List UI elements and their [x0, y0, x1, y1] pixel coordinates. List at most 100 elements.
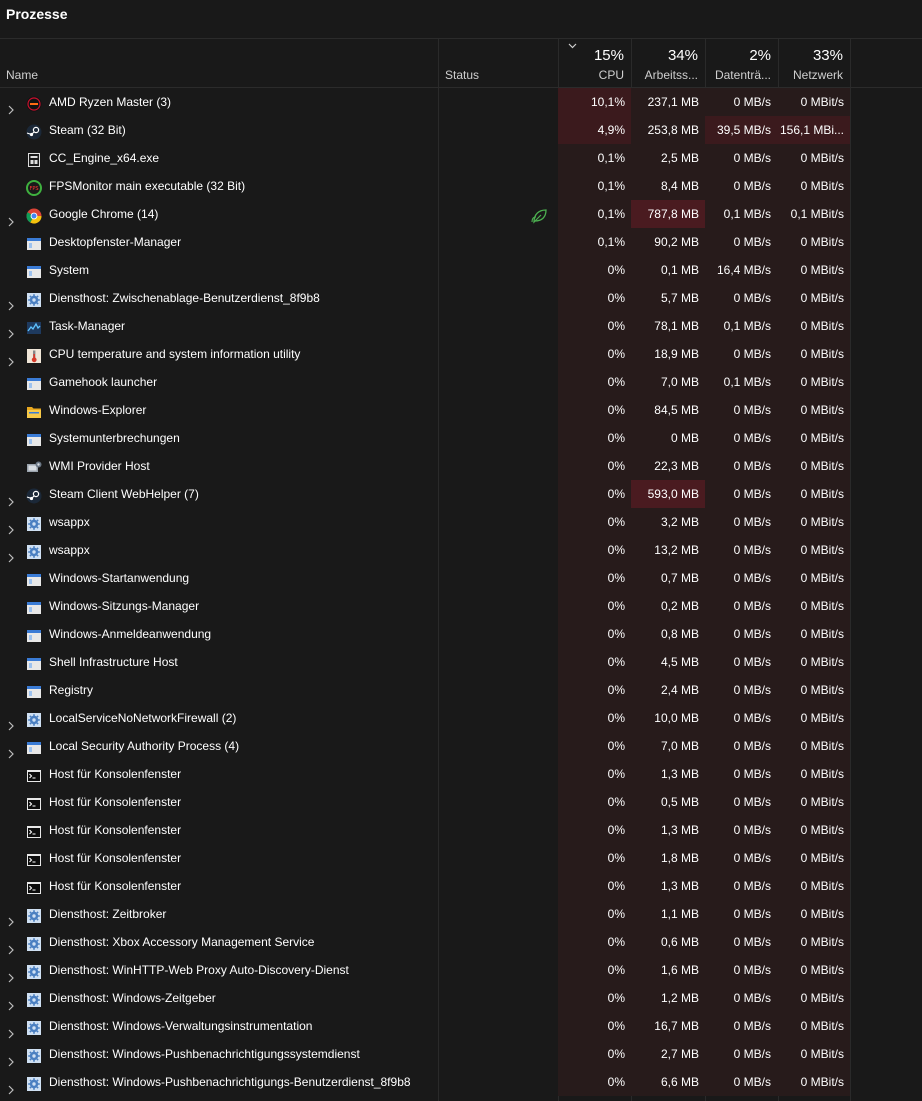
chevron-right-icon[interactable] [8, 713, 14, 731]
name-cell: Diensthost: Windows-Pushbenachrichtigung… [0, 1068, 438, 1096]
chevron-right-icon[interactable] [8, 1077, 14, 1095]
process-row[interactable]: Google Chrome (14) 0,1% 787,8 MB 0,1 MB/s 0,… [0, 200, 922, 228]
process-row[interactable]: wsappx 0% 3,2 MB 0 MB/s 0 MBit/s [0, 508, 922, 536]
memory-cell: 10,0 MB [631, 704, 705, 732]
process-row[interactable]: Windows-Anmeldeanwendung 0% 0,8 MB 0 MB/s 0 … [0, 620, 922, 648]
process-name: Desktopfenster-Manager [49, 235, 182, 249]
process-row[interactable]: Task-Manager 0% 78,1 MB 0,1 MB/s 0 MBit/s [0, 312, 922, 340]
column-header-disk[interactable]: 2% Datenträ... [705, 39, 778, 87]
name-cell: Google Chrome (14) [0, 200, 438, 228]
network-cell: 0 MBit/s [778, 564, 850, 592]
process-row[interactable]: Diensthost: Windows-Pushbenachrichtigung… [0, 1040, 922, 1068]
chevron-right-icon[interactable] [8, 489, 14, 507]
column-header-name[interactable]: Name [0, 39, 438, 87]
cpu-cell: 0% [558, 900, 631, 928]
memory-cell: 84,5 MB [631, 396, 705, 424]
process-row[interactable]: Windows-Sitzungs-Manager 0% 0,2 MB 0 MB/s 0 … [0, 592, 922, 620]
process-row[interactable]: WMI Provider Host 0% 22,3 MB 0 MB/s 0 MBit/s [0, 452, 922, 480]
process-row[interactable]: Host für Konsolenfenster 0% 1,3 MB 0 MB/s 0 … [0, 760, 922, 788]
column-header-memory[interactable]: 34% Arbeitss... [631, 39, 705, 87]
cpu-cell: 0% [558, 760, 631, 788]
network-cell: 0 MBit/s [778, 928, 850, 956]
cpu-cell: 0% [558, 536, 631, 564]
name-cell: CC_Engine_x64.exe [0, 144, 438, 172]
process-row[interactable]: Windows-Explorer 0% 84,5 MB 0 MB/s 0 MBit/s [0, 396, 922, 424]
cpu-cell: 0% [558, 620, 631, 648]
process-row[interactable]: Diensthost: Windows-Zeitgeber 0% 1,2 MB 0 M… [0, 984, 922, 1012]
chevron-right-icon[interactable] [8, 517, 14, 535]
chevron-right-icon[interactable] [8, 1021, 14, 1039]
status-cell [438, 144, 558, 172]
column-header-cpu-total: 15% [593, 47, 624, 64]
disk-cell: 0 MB/s [705, 648, 778, 676]
process-row[interactable]: System 0% 0,1 MB 16,4 MB/s 0 MBit/s [0, 256, 922, 284]
chevron-right-icon[interactable] [8, 209, 14, 227]
process-name: Diensthost: Windows-Pushbenachrichtigung… [49, 1047, 360, 1061]
chevron-right-icon[interactable] [8, 965, 14, 983]
cpu-cell: 0% [558, 368, 631, 396]
disk-cell: 0 MB/s [705, 1068, 778, 1096]
chevron-right-icon[interactable] [8, 545, 14, 563]
console-icon [26, 766, 42, 782]
process-row[interactable]: Host für Konsolenfenster 0% 1,3 MB 0 MB/s 0 … [0, 872, 922, 900]
process-row[interactable]: Diensthost: Xbox Accessory Management Se… [0, 928, 922, 956]
process-row[interactable]: Diensthost: Zeitbroker 0% 1,1 MB 0 MB/s 0 MB… [0, 900, 922, 928]
process-row[interactable]: Windows-Startanwendung 0% 0,7 MB 0 MB/s 0 MB… [0, 564, 922, 592]
process-row[interactable]: Registry 0% 2,4 MB 0 MB/s 0 MBit/s [0, 676, 922, 704]
process-row[interactable]: Systemunterbrechungen 0% 0 MB 0 MB/s 0 MBit/… [0, 424, 922, 452]
process-row[interactable]: Gamehook launcher 0% 7,0 MB 0,1 MB/s 0 MBit/… [0, 368, 922, 396]
memory-cell: 7,0 MB [631, 732, 705, 760]
cpu-cell: 0% [558, 928, 631, 956]
process-row[interactable]: AMD Ryzen Master (3) 10,1% 237,1 MB 0 MB/s 0… [0, 88, 922, 116]
process-row[interactable]: Host für Konsolenfenster 0% 1,3 MB 0 MB/s 0 … [0, 816, 922, 844]
console-icon [26, 794, 42, 810]
process-row[interactable]: Diensthost: WinHTTP-Web Proxy Auto-Disco… [0, 956, 922, 984]
chevron-right-icon[interactable] [8, 1049, 14, 1067]
process-row[interactable]: Diensthost: Windows-Verwaltungsinstrumen… [0, 1012, 922, 1040]
cpu-cell: 0% [558, 508, 631, 536]
process-name: Host für Konsolenfenster [49, 851, 182, 865]
disk-cell: 0 MB/s [705, 620, 778, 648]
process-name: Host für Konsolenfenster [49, 767, 182, 781]
chevron-right-icon[interactable] [8, 293, 14, 311]
process-row[interactable]: Shell Infrastructure Host 0% 4,5 MB 0 MB/s 0… [0, 648, 922, 676]
process-row[interactable]: Host für Konsolenfenster 0% 0,5 MB 0 MB/s 0 … [0, 788, 922, 816]
status-cell [438, 984, 558, 1012]
status-cell [438, 704, 558, 732]
chevron-right-icon[interactable] [8, 97, 14, 115]
process-row[interactable]: Diensthost: Zwischenablage-Benutzerdiens… [0, 284, 922, 312]
chevron-right-icon[interactable] [8, 349, 14, 367]
column-header-network[interactable]: 33% Netzwerk [778, 39, 850, 87]
chevron-right-icon[interactable] [8, 741, 14, 759]
eco-mode-leaf-icon [531, 206, 548, 224]
cpu-cell: 0% [558, 1068, 631, 1096]
network-cell: 0,1 MBit/s [778, 200, 850, 228]
process-row[interactable]: Steam Client WebHelper (7) 0% 593,0 MB 0 MB… [0, 480, 922, 508]
process-row[interactable]: CC_Engine_x64.exe 0,1% 2,5 MB 0 MB/s 0 MBit/… [0, 144, 922, 172]
name-cell: CPU temperature and system information u… [0, 340, 438, 368]
gear-icon [26, 962, 42, 979]
process-row[interactable]: LocalServiceNoNetworkFirewall (2) 0% 10,0 … [0, 704, 922, 732]
column-header-cpu[interactable]: 15% CPU [558, 39, 631, 87]
column-header-disk-total: 2% [749, 47, 771, 64]
disk-cell: 0 MB/s [705, 536, 778, 564]
process-row[interactable]: FPS FPSMonitor main executable (32 Bit) 0,… [0, 172, 922, 200]
process-row[interactable]: Steam (32 Bit) 4,9% 253,8 MB 39,5 MB/s 156,1… [0, 116, 922, 144]
process-row[interactable]: Desktopfenster-Manager 0,1% 90,2 MB 0 MB/s 0… [0, 228, 922, 256]
disk-cell: 0 MB/s [705, 1012, 778, 1040]
thermometer-icon [26, 346, 42, 363]
status-cell [438, 536, 558, 564]
memory-cell: 7,0 MB [631, 368, 705, 396]
process-row[interactable]: Local Security Authority Process (4) 0% 7,… [0, 732, 922, 760]
process-row[interactable]: Diensthost: Windows-Pushbenachrichtigung… [0, 1068, 922, 1096]
chevron-right-icon[interactable] [8, 993, 14, 1011]
process-row[interactable]: CPU temperature and system information u… [0, 340, 922, 368]
chevron-right-icon[interactable] [8, 909, 14, 927]
chevron-right-icon[interactable] [8, 321, 14, 339]
steam-icon [26, 486, 42, 504]
process-row[interactable]: Host für Konsolenfenster 0% 1,8 MB 0 MB/s 0 … [0, 844, 922, 872]
chevron-right-icon[interactable] [8, 937, 14, 955]
process-row[interactable]: wsappx 0% 13,2 MB 0 MB/s 0 MBit/s [0, 536, 922, 564]
column-header-status[interactable]: Status [438, 39, 558, 87]
disk-cell: 0 MB/s [705, 872, 778, 900]
